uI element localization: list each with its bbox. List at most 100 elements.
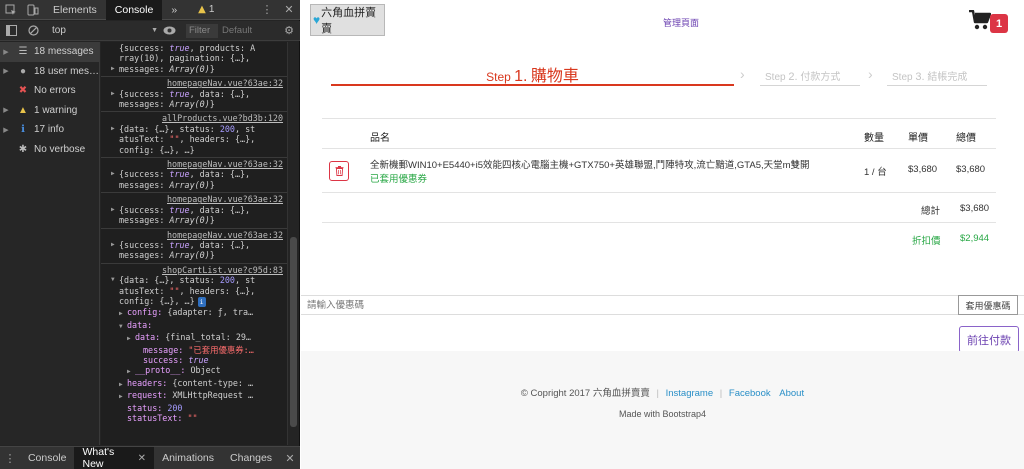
object-property[interactable]: ▶ __proto__: Object [119, 365, 283, 377]
drawer-menu-icon[interactable]: ⋮ [0, 448, 20, 468]
more-tabs-button[interactable]: » [162, 0, 186, 20]
drawer-tab-console[interactable]: Console [20, 447, 75, 469]
devtools-drawer: ⋮ Console What's New ✕ Animations Change… [0, 446, 300, 469]
source-link[interactable]: homepageNav.vue?63ae:32 [119, 159, 283, 169]
heart-icon: ♥ [313, 13, 321, 27]
table-header-row: 品名 數量 單價 總價 [322, 118, 996, 148]
close-icon[interactable]: ✕ [278, 0, 300, 20]
warning-icon: ▲ [198, 4, 206, 15]
step-1-cart: Step 1. 購物車 [331, 62, 734, 86]
kebab-menu-icon[interactable]: ⋮ [256, 0, 278, 20]
tab-elements[interactable]: Elements [44, 0, 106, 20]
log-levels-select[interactable]: Default [222, 25, 252, 36]
admin-page-link[interactable]: 管理頁面 [663, 16, 699, 29]
subtotal-label: 總計 [921, 206, 941, 217]
console-toolbar: top ▼ Filter Default ⚙ [0, 21, 300, 41]
close-drawer-icon[interactable]: ✕ [280, 448, 300, 468]
cart-button[interactable]: 1 [969, 8, 1009, 34]
settings-gear-icon[interactable]: ⚙ [278, 21, 300, 41]
console-sidebar: ▶ ☰ 18 messages ▶ ● 18 user mes… ✖ No errors ▶ ▲ 1… [0, 42, 100, 445]
shop-page: ♥ 六角血拼賣賣 管理頁面 1 Step 1. 購物車 › Step 2. 付款… [301, 0, 1024, 469]
cart-icon [969, 10, 991, 30]
item-unit-price: $3,680 [908, 164, 938, 175]
object-property: statusText: "" [127, 413, 198, 423]
object-property: success: true [143, 354, 209, 365]
info-badge-icon: i [197, 296, 206, 308]
console-sidebar-item[interactable]: ▶ ● 18 user mes… [0, 62, 99, 82]
step-3-complete: Step 3. 結帳完成 [887, 68, 987, 86]
console-sidebar-item[interactable]: ▶ ☰ 18 messages [0, 42, 99, 62]
about-link[interactable]: About [779, 388, 804, 399]
user-icon: ● [19, 65, 26, 77]
console-message[interactable]: homepageNav.vue?63ae:32 ▶ {success: true, … [101, 158, 287, 194]
sidebar-toggle-icon[interactable] [0, 21, 22, 41]
clear-console-icon[interactable] [22, 21, 44, 41]
facebook-link[interactable]: Facebook [729, 388, 771, 399]
tab-console[interactable]: Console [105, 0, 163, 20]
cart-count-badge: 1 [990, 14, 1008, 33]
trash-icon [335, 166, 343, 176]
footer-links: © Copright 2017 六角血拼賣賣 | Instagrame | Fa… [520, 388, 805, 399]
console-message[interactable]: allProducts.vue?bd3b:120 ▶ {data: {…}, sta… [101, 112, 287, 159]
drawer-tab-changes[interactable]: Changes [222, 447, 280, 469]
delete-item-button[interactable] [329, 161, 349, 181]
devtools-toolbar: Elements Console » ▲ 1 ⋮ ✕ [0, 0, 300, 20]
verbose-icon: ✱ [18, 143, 28, 155]
close-tab-icon[interactable]: ✕ [138, 453, 146, 464]
subtotal-row: 總計 $3,680 [322, 192, 996, 222]
device-toolbar-icon[interactable] [22, 0, 44, 20]
chevron-right-icon: › [868, 66, 873, 82]
source-link[interactable]: shopCartList.vue?c95d:83 [119, 265, 283, 275]
object-property[interactable]: ▶ headers: {content-type: … [119, 378, 283, 390]
console-message[interactable]: {success: true, products: Array(10), pag… [101, 42, 287, 78]
item-qty: 1 / 台 [864, 167, 887, 178]
console-sidebar-item[interactable]: ▶ ℹ 17 info [0, 120, 99, 140]
object-property: status: 200 [127, 402, 183, 413]
console-filter-input[interactable]: Filter [186, 23, 218, 38]
console-scrollbar[interactable] [287, 42, 299, 445]
info-icon: ℹ [21, 124, 25, 136]
table-row: 全新機郵WIN10+E5440+i5效能四核心電腦主機+GTX750+英雄聯盟,… [322, 148, 996, 192]
scrollbar-thumb[interactable] [290, 237, 297, 427]
coupon-applied-note: 已套用優惠券 [370, 174, 428, 185]
console-sidebar-item[interactable]: ✱ No verbose [0, 140, 99, 160]
console-sidebar-item[interactable]: ✖ No errors [0, 81, 99, 101]
console-message[interactable]: homepageNav.vue?63ae:32 ▶ {success: true, … [101, 229, 287, 264]
console-message-expanded[interactable]: shopCartList.vue?c95d:83 ▼ {data: {…}, sta… [101, 264, 287, 426]
console-messages[interactable]: {success: true, products: Array(10), pag… [101, 42, 287, 445]
apply-coupon-button[interactable]: 套用優惠碼 [958, 295, 1018, 315]
object-property[interactable]: ▶ request: XMLHttpRequest … [119, 390, 283, 402]
console-message[interactable]: homepageNav.vue?63ae:32 ▶ {success: true, … [101, 193, 287, 229]
checkout-button[interactable]: 前往付款 [959, 326, 1019, 353]
coupon-form: 套用優惠碼 [301, 295, 1024, 315]
inspect-icon[interactable] [0, 0, 22, 20]
source-link[interactable]: homepageNav.vue?63ae:32 [119, 230, 283, 240]
drawer-tab-animations[interactable]: Animations [154, 447, 222, 469]
chevron-right-icon: › [740, 66, 745, 82]
cart-table: 品名 數量 單價 總價 全新機郵WIN10+E5440+i5效能四核心電腦主機+… [322, 118, 996, 252]
instagram-link[interactable]: Instagrame [666, 388, 714, 399]
subtotal-value: $3,680 [960, 203, 990, 214]
warning-icon: ▲ [18, 104, 28, 116]
object-property[interactable]: ▶ data: {final_total: 29… [119, 332, 283, 344]
console-message[interactable]: homepageNav.vue?63ae:32 ▶ {success: true, … [101, 77, 287, 113]
eye-icon[interactable] [158, 21, 180, 41]
brand-logo-button[interactable]: ♥ 六角血拼賣賣 [310, 4, 385, 36]
error-icon: ✖ [18, 85, 28, 97]
list-icon: ☰ [18, 46, 28, 58]
object-property[interactable]: ▼ data: [119, 320, 283, 332]
drawer-tab-whats-new[interactable]: What's New ✕ [74, 446, 155, 469]
step-2-payment: Step 2. 付款方式 [760, 68, 860, 86]
source-link[interactable]: homepageNav.vue?63ae:32 [119, 194, 283, 204]
item-total: $3,680 [956, 164, 986, 175]
source-link[interactable]: allProducts.vue?bd3b:120 [119, 113, 283, 123]
coupon-code-input[interactable] [301, 296, 958, 314]
context-select[interactable]: top ▼ [52, 25, 158, 36]
object-property[interactable]: ▶ config: {adapter: ƒ, tra… [119, 307, 283, 319]
source-link[interactable]: homepageNav.vue?63ae:32 [119, 78, 283, 88]
devtools-panel: Elements Console » ▲ 1 ⋮ ✕ top ▼ Filter … [0, 0, 300, 469]
dropdown-arrow-icon: ▼ [151, 27, 158, 34]
discount-value: $2,944 [960, 233, 990, 244]
warning-counter[interactable]: ▲ 1 [198, 4, 214, 15]
console-sidebar-item[interactable]: ▶ ▲ 1 warning [0, 101, 99, 121]
